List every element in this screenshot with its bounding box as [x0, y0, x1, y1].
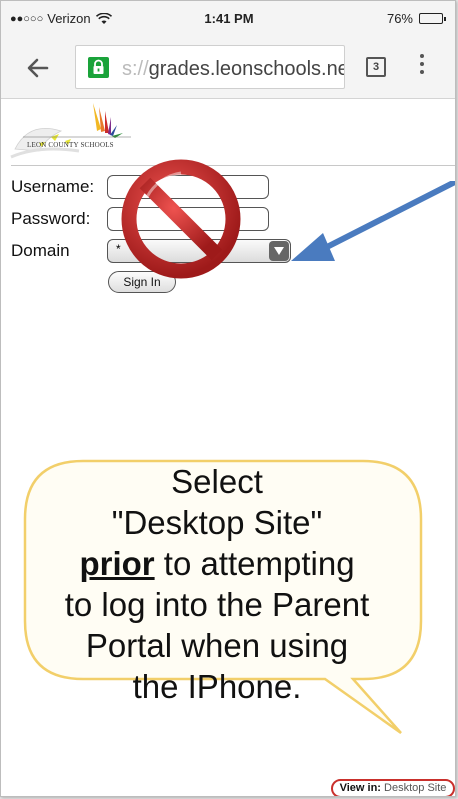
- status-bar: ●●○○○ Verizon 1:41 PM 76%: [1, 1, 455, 37]
- pointer-arrow-icon: [287, 180, 455, 271]
- no-sign-icon: [119, 157, 243, 281]
- overflow-menu-icon[interactable]: [417, 54, 427, 80]
- tabs-icon[interactable]: 3: [366, 57, 386, 77]
- school-logo: LEON COUNTY SCHOOLS: [9, 101, 133, 161]
- username-label: Username:: [11, 177, 95, 196]
- password-label: Password:: [11, 209, 91, 228]
- web-page: LEON COUNTY SCHOOLS Username: Password: …: [1, 99, 455, 796]
- browser-toolbar: s://grades.leonschools.net 3: [1, 37, 455, 99]
- emphasis-prior: prior: [79, 545, 155, 582]
- domain-label: Domain: [11, 241, 70, 260]
- view-in-desktop-site-link[interactable]: View in: Desktop Site: [331, 779, 455, 796]
- battery-icon: [419, 13, 446, 24]
- screenshot-frame: ●●○○○ Verizon 1:41 PM 76% s://grades.leo…: [0, 0, 456, 797]
- url-host: grades.leonschools.net: [148, 58, 345, 80]
- url-scheme: s://: [122, 58, 149, 80]
- logo-text: LEON COUNTY SCHOOLS: [27, 141, 114, 149]
- callout-text: Select "Desktop Site" prior to attemptin…: [64, 463, 370, 705]
- dropdown-arrow-icon[interactable]: [269, 241, 289, 261]
- battery-percent: 76%: [386, 11, 413, 26]
- address-bar[interactable]: s://grades.leonschools.net: [75, 45, 345, 89]
- back-arrow-icon[interactable]: [23, 53, 53, 83]
- lock-icon: [88, 57, 109, 78]
